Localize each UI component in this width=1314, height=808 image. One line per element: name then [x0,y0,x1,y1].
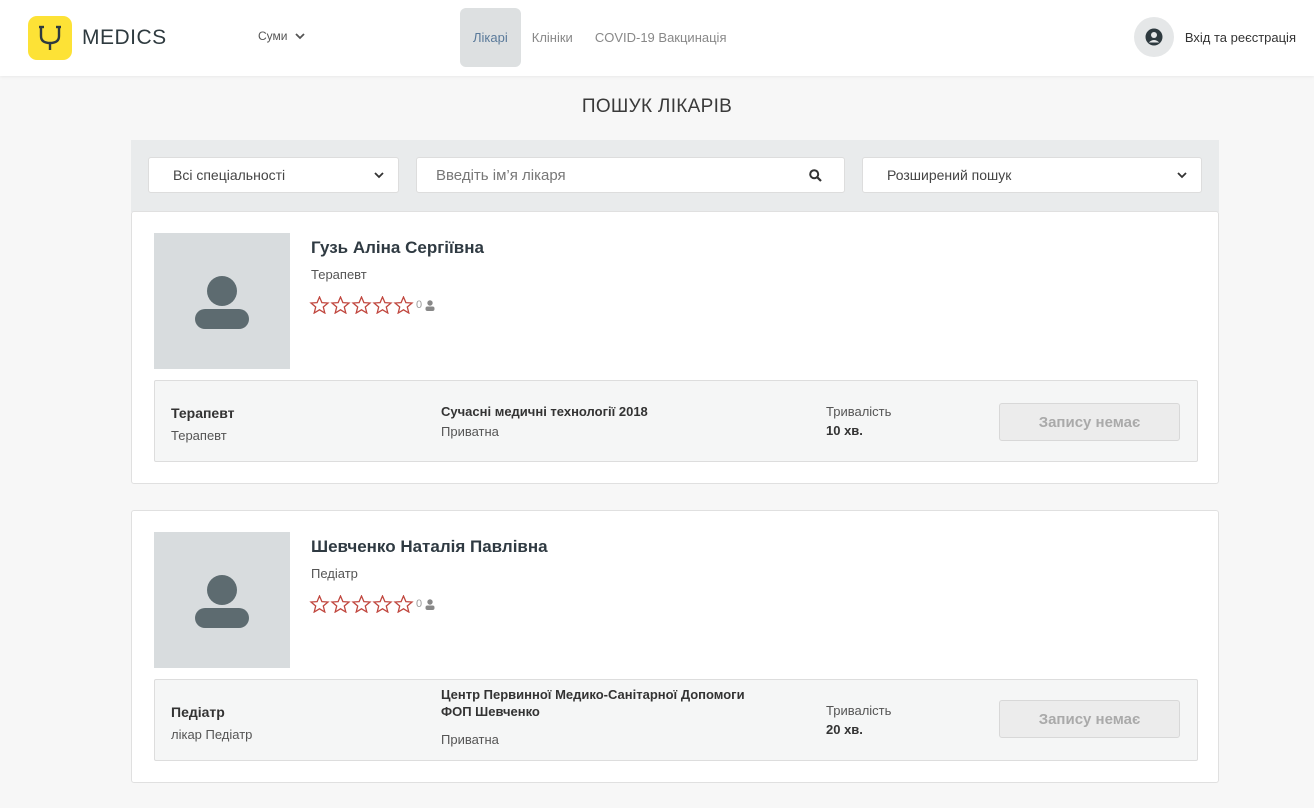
star-outline-icon [330,595,351,613]
user-icon [425,299,435,311]
main-nav: Лікарі Клініки COVID-19 Вакцинація [460,8,737,67]
top-header: MEDICS Суми Лікарі Клініки COVID-19 Вакц… [0,0,1314,76]
no-appointment-button[interactable]: Запису немає [999,403,1180,441]
duration-value: 20 хв. [826,722,863,737]
star-outline-icon [330,296,351,314]
duration-value: 10 хв. [826,423,863,438]
rating-stars [309,595,414,613]
login-label: Вхід та реєстрація [1184,29,1296,45]
service-title: Терапевт [171,405,235,421]
star-outline-icon [351,595,372,613]
chevron-down-icon [1177,171,1187,178]
search-bar: Всі спеціальності Розширений пошук [131,140,1219,212]
page-title: ПОШУК ЛІКАРІВ [581,96,733,117]
specialty-select[interactable]: Всі спеціальності [148,157,399,193]
advanced-search-select[interactable]: Розширений пошук [862,157,1202,193]
doctor-specialty: Педіатр [311,566,358,581]
service-info: Педіатр лікар Педіатр Центр Первинної Ме… [154,679,1198,761]
doctor-name-input[interactable] [436,166,809,184]
star-outline-icon [372,296,393,314]
advanced-search-label: Розширений пошук [887,167,1012,183]
rating-stars [309,296,414,314]
duration-label: Тривалість [826,404,892,419]
doctor-card: Гузь Аліна Сергіївна Терапевт 0 Терапевт… [131,211,1219,484]
star-outline-icon [393,296,414,314]
duration-label: Тривалість [826,703,892,718]
city-label: Суми [258,29,288,43]
doctor-rating: 0 [309,595,435,613]
service-subtitle: Терапевт [171,428,227,443]
clinic-name[interactable]: Сучасні медичні технології 2018 [441,403,771,420]
specialty-select-value: Всі спеціальності [173,167,286,183]
star-outline-icon [372,595,393,613]
chevron-down-icon [374,171,384,178]
chevron-down-icon [295,32,306,39]
clinic-type: Приватна [441,424,499,439]
star-outline-icon [309,296,330,314]
search-icon[interactable] [809,168,822,182]
doctor-specialty: Терапевт [311,267,367,282]
nav-covid-vaccination[interactable]: COVID-19 Вакцинація [584,8,738,67]
rating-count: 0 [416,299,423,311]
doctor-card: Шевченко Наталія Павлівна Педіатр 0 Педі… [131,510,1219,783]
clinic-name[interactable]: Центр Первинної Медико-Санітарної Допомо… [441,686,761,720]
star-outline-icon [393,595,414,613]
rating-count: 0 [416,598,423,610]
doctor-photo-placeholder[interactable] [154,532,290,668]
person-icon [195,575,249,628]
person-icon [195,276,249,329]
city-selector[interactable]: Суми [258,29,306,43]
brand-name: MEDICS [82,26,167,49]
star-outline-icon [309,595,330,613]
no-appointment-button[interactable]: Запису немає [999,700,1180,738]
nav-clinics[interactable]: Клініки [521,8,584,67]
doctor-name[interactable]: Шевченко Наталія Павлівна [311,537,548,557]
star-outline-icon [351,296,372,314]
doctor-name[interactable]: Гузь Аліна Сергіївна [311,238,484,258]
login-button[interactable]: Вхід та реєстрація [1133,17,1296,57]
stethoscope-icon [28,16,72,60]
doctor-rating: 0 [309,296,435,314]
service-title: Педіатр [171,704,225,720]
user-circle-icon [1133,17,1174,57]
nav-doctors[interactable]: Лікарі [460,8,521,67]
user-icon [425,598,435,610]
clinic-type: Приватна [441,732,499,747]
doctor-photo-placeholder[interactable] [154,233,290,369]
service-subtitle: лікар Педіатр [171,727,253,742]
service-info: Терапевт Терапевт Сучасні медичні технол… [154,380,1198,462]
doctor-name-field [416,157,845,193]
logo[interactable]: MEDICS [28,16,167,60]
